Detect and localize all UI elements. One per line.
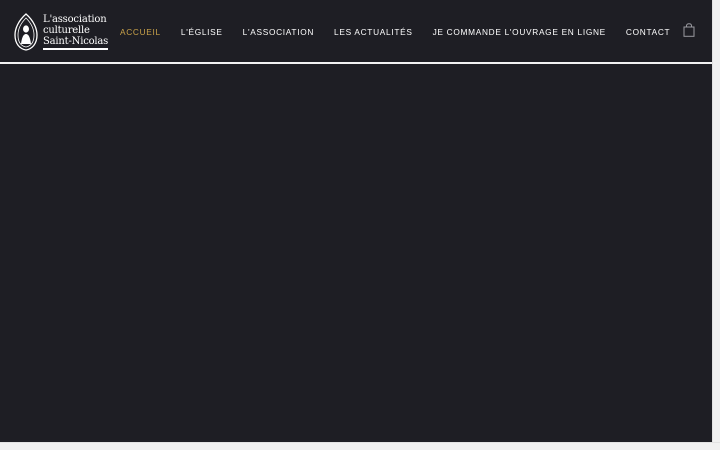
main-navigation: ACCUEIL L'ÉGLISE L'ASSOCIATION LES ACTUA…: [120, 0, 690, 64]
horizontal-scrollbar[interactable]: [0, 442, 720, 450]
site-logo[interactable]: L'association culturelle Saint-Nicolas: [14, 12, 108, 52]
logo-line-1: L'association: [43, 14, 107, 25]
logo-line-3: Saint-Nicolas: [43, 36, 108, 50]
shopping-bag-icon[interactable]: [683, 23, 695, 37]
nav-item-contact[interactable]: CONTACT: [626, 27, 670, 37]
nav-item-eglise[interactable]: L'ÉGLISE: [181, 27, 223, 37]
nav-item-accueil[interactable]: ACCUEIL: [120, 27, 161, 37]
logo-text: L'association culturelle Saint-Nicolas: [43, 14, 108, 50]
hero-area: [0, 66, 712, 442]
site-header: L'association culturelle Saint-Nicolas A…: [0, 0, 712, 64]
nav-item-commande-ouvrage[interactable]: JE COMMANDE L'OUVRAGE EN LIGNE: [433, 27, 606, 37]
nav-item-actualites[interactable]: LES ACTUALITÉS: [334, 27, 413, 37]
page-viewport: L'association culturelle Saint-Nicolas A…: [0, 0, 712, 442]
nav-item-association[interactable]: L'ASSOCIATION: [243, 27, 314, 37]
logo-line-2: culturelle: [43, 25, 90, 36]
saint-nicolas-emblem-icon: [14, 13, 38, 51]
vertical-scrollbar[interactable]: [712, 0, 720, 442]
